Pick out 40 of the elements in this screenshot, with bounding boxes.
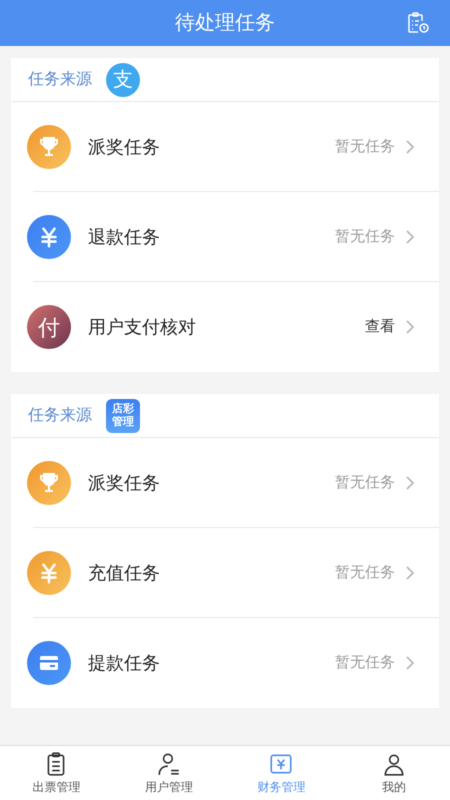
task-row[interactable]: 充值任务 暂无任务 bbox=[11, 528, 439, 618]
task-status: 暂无任务 bbox=[335, 472, 395, 493]
yen-icon bbox=[27, 215, 71, 259]
tab-item[interactable]: 出票管理 bbox=[0, 746, 112, 800]
chevron-icon bbox=[405, 565, 415, 581]
task-name: 退款任务 bbox=[88, 226, 161, 248]
pay-icon: 付 bbox=[27, 305, 71, 349]
chevron-icon bbox=[405, 139, 415, 155]
chevron-icon bbox=[405, 229, 415, 245]
task-status: 暂无任务 bbox=[335, 136, 395, 157]
logo-icon: 支 bbox=[106, 62, 140, 96]
task-status: 暂无任务 bbox=[335, 652, 395, 673]
tab-item[interactable]: 我的 bbox=[338, 746, 450, 800]
task-name: 充值任务 bbox=[88, 562, 161, 584]
tab-item[interactable]: 用户管理 bbox=[112, 746, 225, 800]
task-name: 提款任务 bbox=[88, 652, 161, 674]
task-name: 派奖任务 bbox=[88, 136, 161, 158]
task-row[interactable]: 派奖任务 暂无任务 bbox=[11, 102, 439, 192]
user-icon bbox=[156, 750, 182, 776]
task-name: 派奖任务 bbox=[88, 472, 161, 494]
trophy-icon bbox=[27, 461, 71, 505]
chevron-icon bbox=[405, 475, 415, 491]
task-row[interactable]: 退款任务 暂无任务 bbox=[11, 192, 439, 282]
task-row[interactable]: 付 用户支付核对 查看 bbox=[11, 282, 439, 372]
task-row[interactable]: 提款任务 暂无任务 bbox=[11, 618, 439, 708]
task-name: 用户支付核对 bbox=[88, 316, 197, 338]
clipboard-clock-icon[interactable] bbox=[406, 11, 430, 35]
task-row[interactable]: 派奖任务 暂无任务 bbox=[11, 438, 439, 528]
card-icon bbox=[27, 641, 71, 685]
source-label: 任务来源 bbox=[28, 406, 92, 426]
task-status: 查看 bbox=[365, 316, 395, 337]
chevron-icon bbox=[405, 655, 415, 671]
logo-icon: 店彩 管理 bbox=[106, 398, 140, 432]
task-status: 暂无任务 bbox=[335, 226, 395, 247]
source-label: 任务来源 bbox=[28, 70, 92, 90]
trophy-icon bbox=[27, 125, 71, 169]
yen-icon bbox=[27, 551, 71, 595]
page-title: 待处理任务 bbox=[175, 11, 275, 36]
task-status: 暂无任务 bbox=[335, 562, 395, 583]
chevron-icon bbox=[405, 319, 415, 335]
